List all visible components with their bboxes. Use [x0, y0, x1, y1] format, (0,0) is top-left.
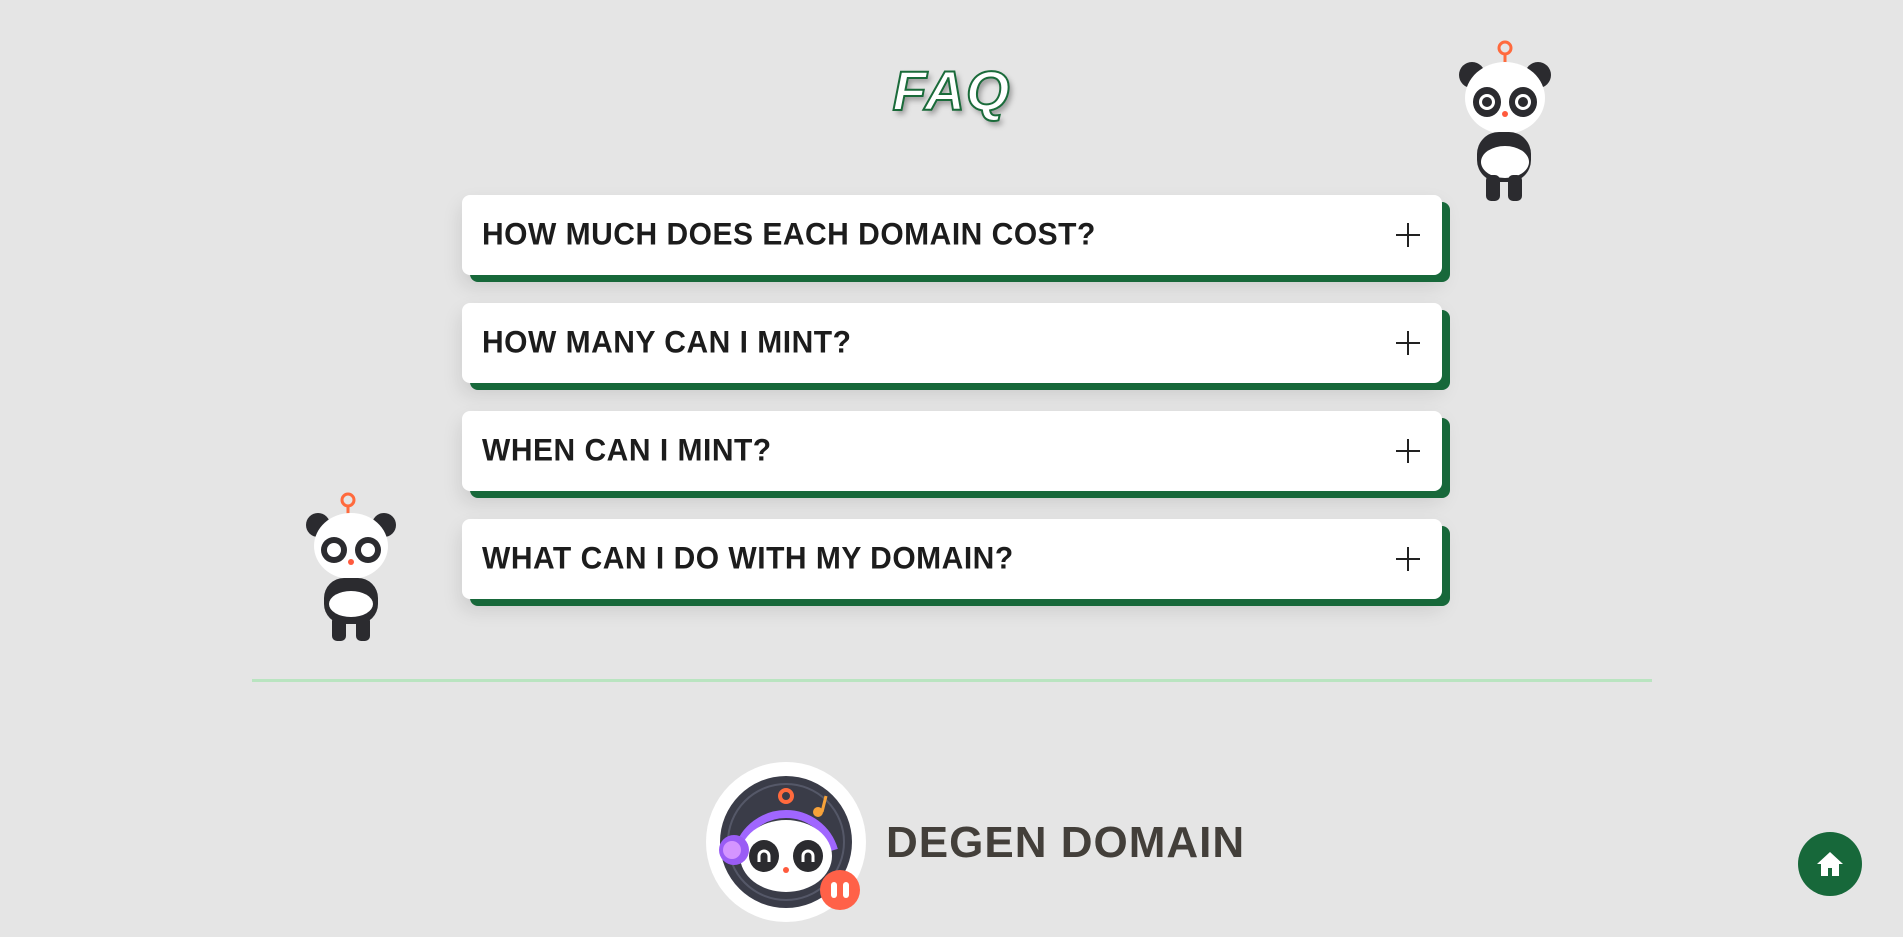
plus-icon[interactable] — [1396, 439, 1420, 463]
brand-name: DEGEN DOMAIN — [886, 818, 1246, 867]
panda-headphones-logo-icon — [719, 776, 860, 910]
faq-item[interactable]: How many can I mint? — [462, 303, 1442, 383]
faq-question: How much does each domain cost? — [482, 217, 1096, 252]
plus-icon[interactable] — [1396, 547, 1420, 571]
home-button[interactable] — [1798, 832, 1862, 896]
plus-icon[interactable] — [1396, 331, 1420, 355]
plus-icon[interactable] — [1396, 223, 1420, 247]
page-title: FAQ — [891, 58, 1011, 123]
faq-question: When can I mint? — [482, 433, 772, 468]
panda-mascot-right — [1459, 40, 1551, 201]
faq-item[interactable]: What can I do with my domain? — [462, 519, 1442, 599]
panda-mascot-left — [306, 492, 396, 641]
divider — [252, 679, 1652, 682]
brand-logo — [706, 762, 866, 922]
faq-question: How many can I mint? — [482, 325, 852, 360]
faq-item[interactable]: When can I mint? — [462, 411, 1442, 491]
faq-question: What can I do with my domain? — [482, 541, 1014, 576]
faq-item[interactable]: How much does each domain cost? — [462, 195, 1442, 275]
faq-list: How much does each domain cost? How many… — [462, 195, 1442, 627]
home-icon — [1817, 852, 1843, 876]
